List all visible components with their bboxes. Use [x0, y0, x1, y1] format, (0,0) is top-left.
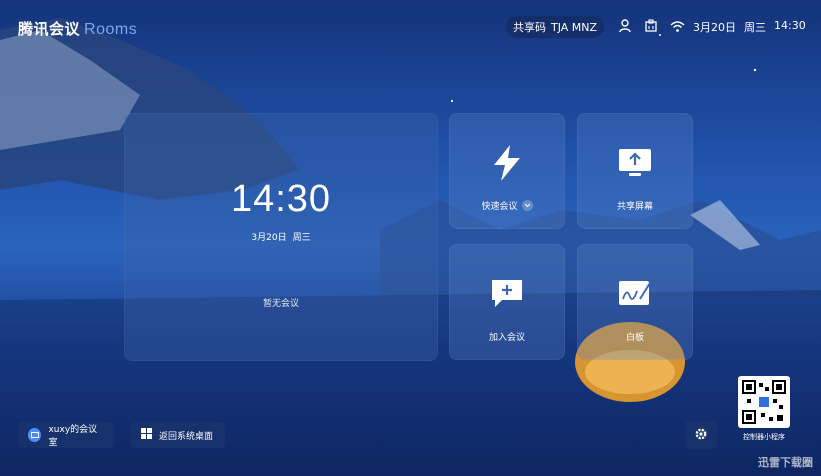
user-icon[interactable]	[616, 17, 634, 35]
clock-date-text: 3月20日	[251, 233, 287, 243]
header-time: 14:30	[774, 19, 806, 32]
settings-button[interactable]	[685, 421, 717, 449]
app-brand: 腾讯会议 Rooms	[18, 18, 137, 39]
quick-meeting-tile[interactable]: 快速会议	[449, 113, 565, 229]
quick-meeting-text: 快速会议	[481, 202, 518, 212]
watermark: 迅雷下载圈	[758, 456, 813, 469]
windows-icon	[141, 428, 152, 442]
controller-qr: 控制器小程序	[732, 376, 796, 450]
share-code-label: 共享码	[512, 21, 546, 34]
return-desktop-button[interactable]: 返回系统桌面	[131, 422, 225, 448]
room-name-button[interactable]: xuxy的会议室	[18, 422, 114, 448]
brand-sub: Rooms	[84, 21, 138, 38]
room-icon	[28, 428, 42, 442]
clock-weekday: 周三	[292, 233, 311, 243]
top-bar: 腾讯会议 Rooms 共享码 TJA MNZ 3月20日 周三 14:30	[0, 0, 821, 54]
clock-time: 14:30	[230, 178, 332, 220]
network-icon[interactable]	[642, 17, 660, 35]
chevron-down-icon[interactable]	[521, 200, 533, 211]
whiteboard-label: 白板	[625, 333, 644, 343]
share-screen-tile[interactable]: 共享屏幕	[577, 113, 693, 229]
whiteboard-tile[interactable]: 白板	[577, 244, 693, 360]
share-screen-label: 共享屏幕	[616, 202, 653, 212]
share-code-value: TJA MNZ	[550, 20, 598, 34]
whiteboard-icon	[615, 274, 655, 314]
header-date: 3月20日	[693, 21, 736, 34]
return-desktop-label: 返回系统桌面	[159, 431, 214, 442]
wifi-icon[interactable]	[668, 17, 686, 35]
qr-code-icon	[738, 376, 790, 428]
share-code-badge[interactable]: 共享码 TJA MNZ	[506, 16, 604, 38]
brand-main: 腾讯会议	[18, 20, 81, 38]
quick-meeting-label: 快速会议	[449, 199, 565, 212]
room-name: xuxy的会议室	[48, 425, 98, 448]
join-meeting-tile[interactable]: 加入会议	[449, 244, 565, 360]
no-meeting-text: 暂无会议	[262, 299, 299, 309]
gear-icon	[694, 426, 708, 445]
clock-date: 3月20日 周三	[124, 230, 438, 243]
header-weekday: 周三	[744, 21, 766, 34]
lightning-icon	[487, 143, 527, 183]
share-screen-icon	[615, 143, 655, 183]
header-datetime: 3月20日 周三 14:30	[693, 19, 806, 35]
join-meeting-icon	[487, 274, 527, 314]
qr-label: 控制器小程序	[743, 433, 785, 441]
join-meeting-label: 加入会议	[488, 333, 525, 343]
status-icons	[616, 17, 686, 35]
